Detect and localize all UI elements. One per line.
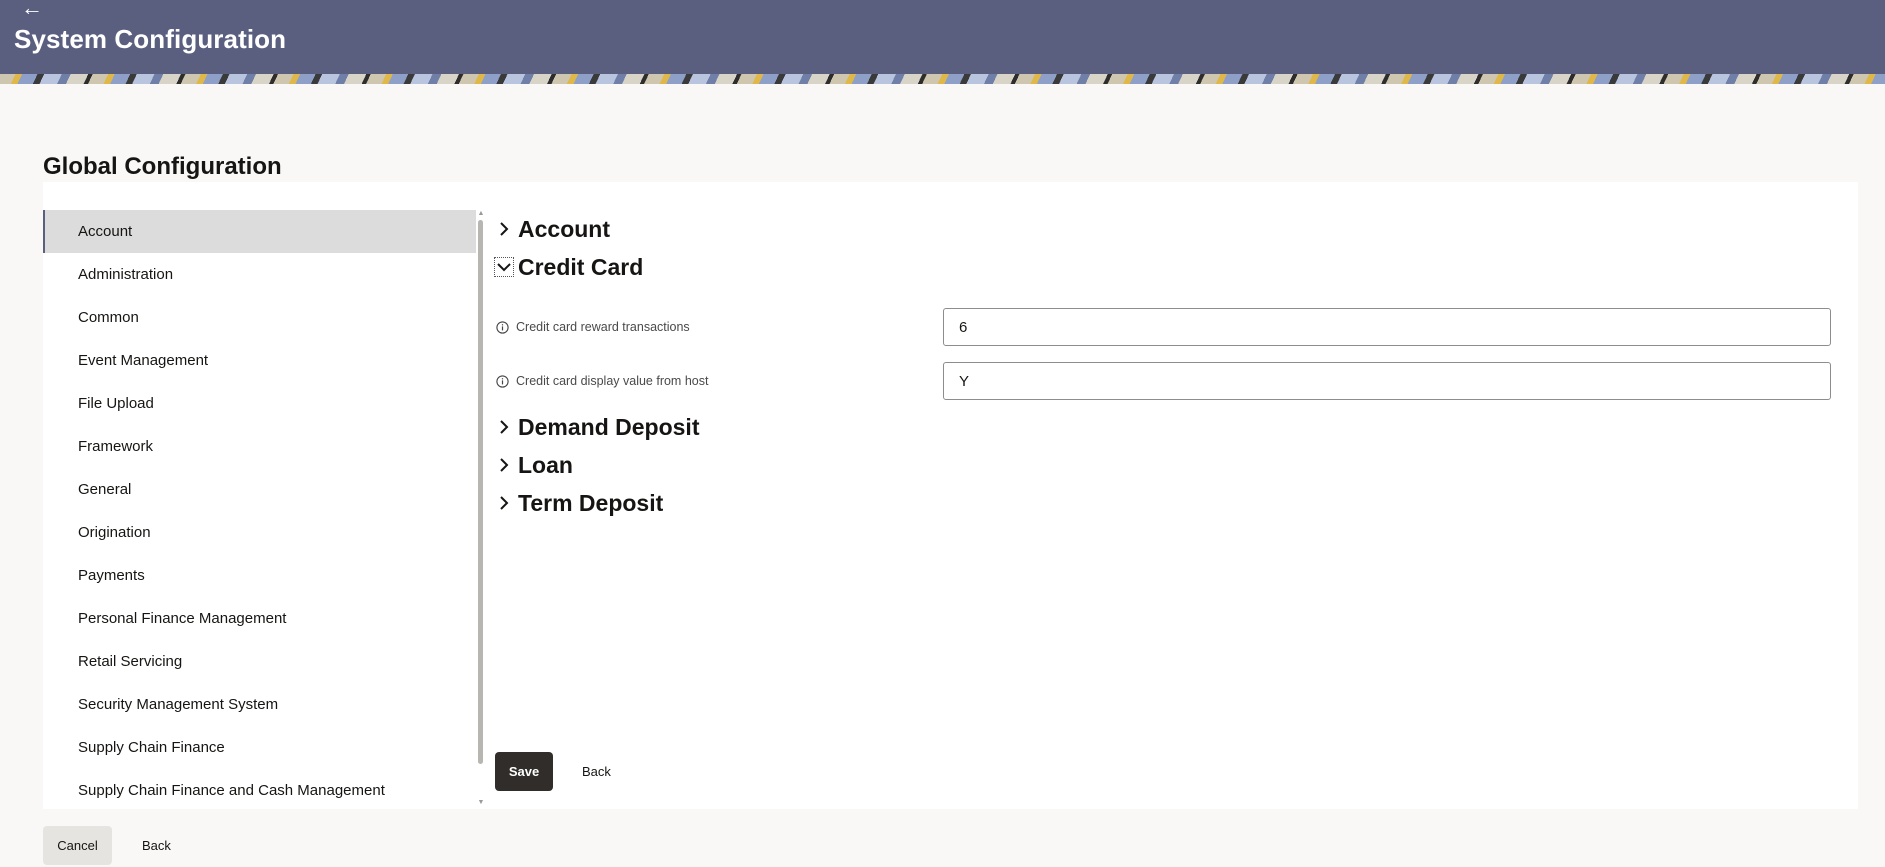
back-arrow-icon[interactable]: ← (21, 0, 43, 20)
sidebar-item-framework[interactable]: Framework (43, 425, 476, 468)
sidebar-item-origination[interactable]: Origination (43, 511, 476, 554)
accordion-demand-deposit[interactable]: Demand Deposit (496, 412, 699, 442)
accordion-label: Loan (518, 451, 573, 478)
accordion-label: Demand Deposit (518, 413, 700, 440)
accordion-label: Credit Card (518, 253, 644, 280)
page-title: System Configuration (14, 24, 287, 54)
credit-card-reward-transactions-input[interactable] (943, 308, 1831, 346)
info-icon[interactable] (496, 321, 509, 334)
accordion-loan[interactable]: Loan (496, 450, 573, 480)
sidebar-item-personal-finance-management[interactable]: Personal Finance Management (43, 597, 476, 640)
decorative-banner (0, 74, 1885, 84)
save-button[interactable]: Save (495, 752, 553, 791)
scroll-up-icon[interactable]: ▲ (477, 210, 485, 218)
accordion-label: Account (518, 215, 610, 242)
sidebar: Account Administration Common Event Mana… (43, 210, 476, 807)
back-button[interactable]: Back (570, 752, 623, 791)
app-header: ← System Configuration (0, 0, 1885, 74)
sidebar-item-retail-servicing[interactable]: Retail Servicing (43, 640, 476, 683)
accordion-account[interactable]: Account (496, 214, 610, 244)
chevron-right-icon (496, 419, 512, 435)
chevron-down-icon (494, 257, 514, 277)
footer-back-button[interactable]: Back (130, 826, 183, 865)
sidebar-item-security-management-system[interactable]: Security Management System (43, 683, 476, 726)
chevron-right-icon (496, 221, 512, 237)
accordion-label: Term Deposit (518, 489, 664, 516)
field-row-display-value-from-host: Credit card display value from host (496, 362, 1832, 402)
sidebar-item-supply-chain-finance[interactable]: Supply Chain Finance (43, 726, 476, 769)
field-row-reward-transactions: Credit card reward transactions (496, 308, 1832, 348)
credit-card-display-value-input[interactable] (943, 362, 1831, 400)
info-icon[interactable] (496, 375, 509, 388)
sidebar-item-file-upload[interactable]: File Upload (43, 382, 476, 425)
chevron-right-icon (496, 457, 512, 473)
section-title: Global Configuration (43, 153, 282, 180)
cancel-button[interactable]: Cancel (43, 826, 112, 865)
accordion-term-deposit[interactable]: Term Deposit (496, 488, 663, 518)
sidebar-scrollbar[interactable]: ▲ ▼ (476, 210, 486, 807)
field-label: Credit card reward transactions (516, 320, 690, 334)
sidebar-item-payments[interactable]: Payments (43, 554, 476, 597)
scroll-down-icon[interactable]: ▼ (477, 799, 485, 807)
scroll-thumb[interactable] (478, 220, 483, 764)
sidebar-item-supply-chain-finance-cash-management[interactable]: Supply Chain Finance and Cash Management (43, 769, 476, 812)
sidebar-item-event-management[interactable]: Event Management (43, 339, 476, 382)
accordion-credit-card[interactable]: Credit Card (494, 252, 644, 282)
sidebar-item-common[interactable]: Common (43, 296, 476, 339)
sidebar-item-account[interactable]: Account (43, 210, 476, 253)
sidebar-item-administration[interactable]: Administration (43, 253, 476, 296)
sidebar-item-general[interactable]: General (43, 468, 476, 511)
field-label: Credit card display value from host (516, 374, 709, 388)
chevron-right-icon (496, 495, 512, 511)
